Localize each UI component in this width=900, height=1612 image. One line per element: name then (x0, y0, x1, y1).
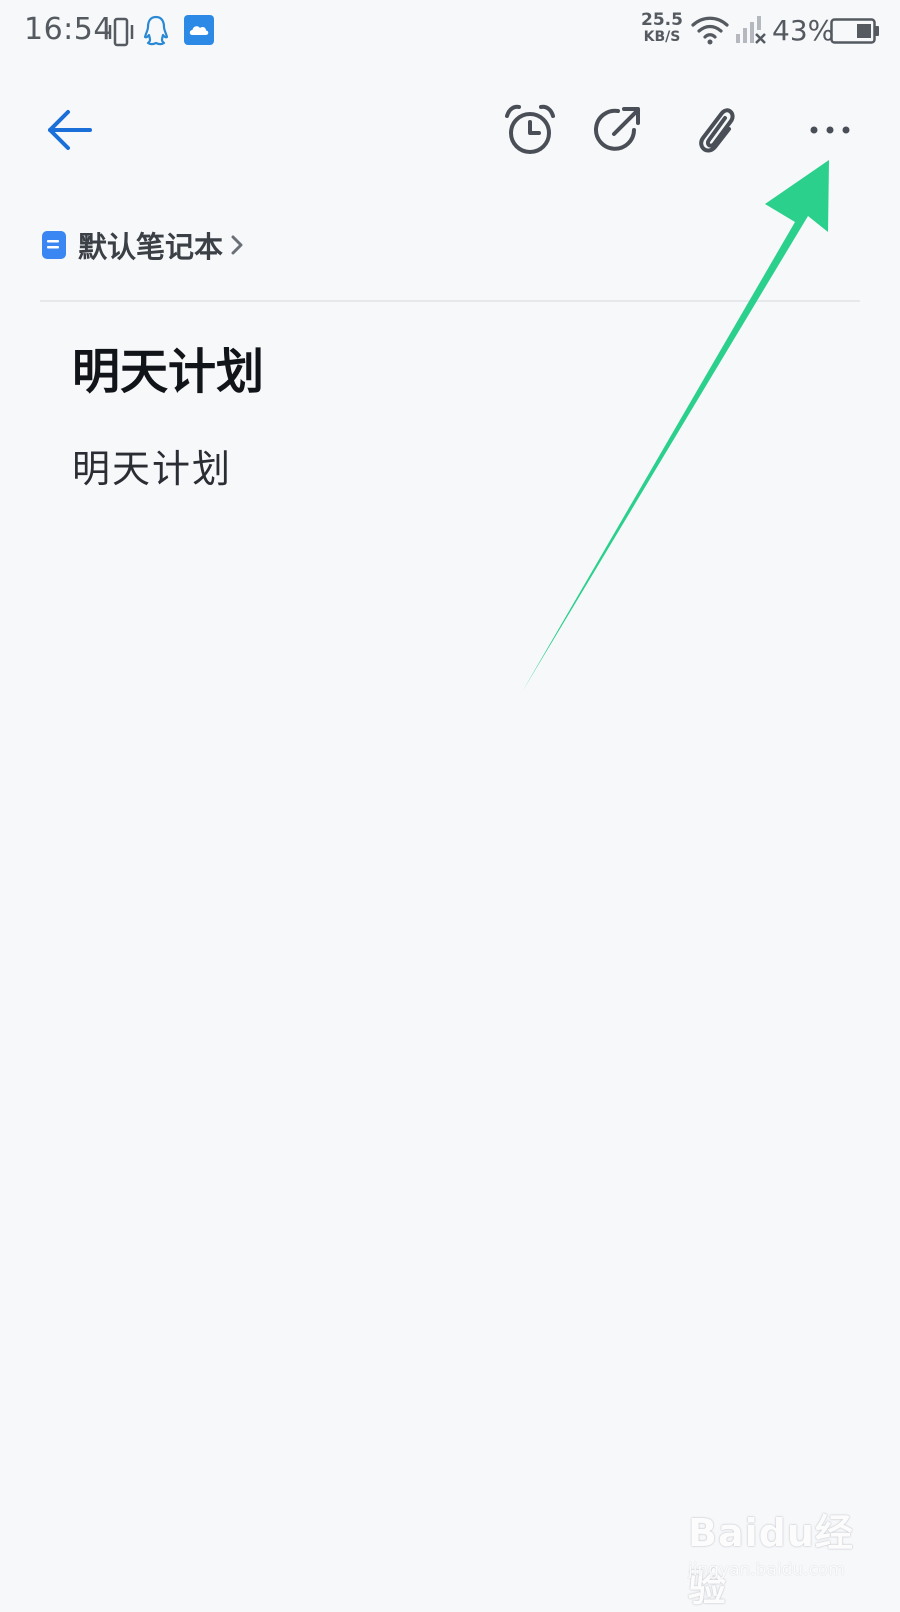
vibrate-icon (106, 16, 136, 52)
status-bar: 16:54 25.5 KB/S 43% (0, 0, 900, 66)
net-speed-unit: KB/S (643, 29, 681, 45)
toolbar (0, 90, 900, 170)
paperclip-icon (699, 108, 735, 153)
cloud-icon (184, 15, 214, 49)
net-speed-value: 25.5 (641, 10, 683, 30)
alarm-clock-icon (505, 104, 555, 154)
wifi-icon (690, 14, 730, 50)
net-speed: 25.5 KB/S (636, 12, 688, 46)
status-time: 16:54 (24, 12, 113, 47)
notebook-name: 默认笔记本 (78, 230, 224, 264)
notebook-icon (42, 231, 66, 259)
note-body[interactable]: 明天计划 (72, 438, 232, 493)
battery-percent: 43% (772, 14, 835, 47)
back-button[interactable] (30, 90, 110, 170)
baidu-watermark: Baidu经验 jingyan.baidu.com (688, 1502, 858, 1610)
more-button[interactable] (790, 90, 870, 170)
notebook-selector[interactable]: 默认笔记本 (42, 220, 245, 270)
watermark-sub: jingyan.baidu.com (688, 1560, 845, 1580)
share-icon (594, 107, 640, 151)
chevron-right-icon (231, 235, 243, 255)
header-divider (40, 300, 860, 302)
note-title[interactable]: 明天计划 (72, 332, 264, 402)
qq-icon (142, 14, 170, 52)
back-arrow-icon (48, 110, 92, 150)
battery-icon (830, 18, 880, 48)
share-button[interactable] (578, 90, 658, 170)
signal-icon (734, 14, 768, 50)
reminder-button[interactable] (490, 90, 570, 170)
more-icon (810, 126, 850, 134)
watermark-main: Baidu经验 (688, 1511, 854, 1610)
attachment-button[interactable] (676, 90, 756, 170)
